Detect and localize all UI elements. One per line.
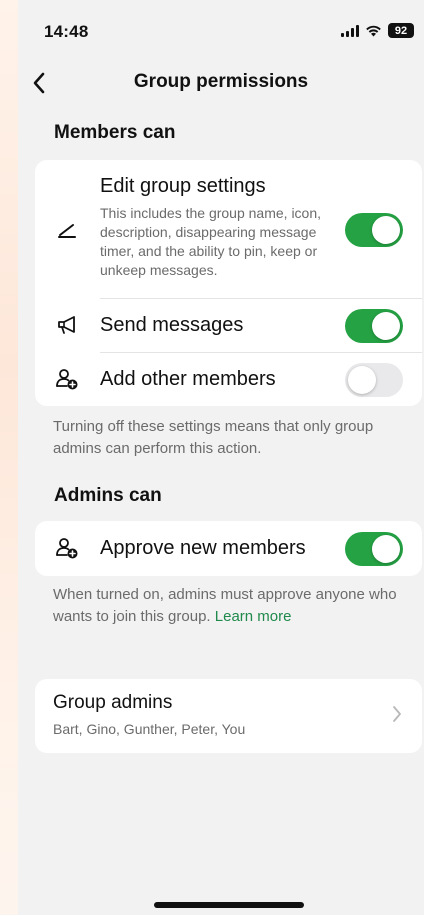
add-other-members-toggle[interactable] [345,363,403,397]
toggle-knob [348,366,376,394]
learn-more-link[interactable]: Learn more [215,608,292,625]
pencil-icon [55,217,79,241]
permission-row-edit-group-settings[interactable]: Edit group settings This includes the gr… [35,160,422,298]
members-footnote: Turning off these settings means that on… [53,418,374,457]
permission-title: Send messages [100,314,244,336]
group-admins-title: Group admins [53,692,173,713]
toggle-knob [372,216,400,244]
add-person-icon [55,367,79,391]
permission-title: Approve new members [100,537,306,559]
group-admins-names: Bart, Gino, Gunther, Peter, You [53,721,246,737]
chevron-right-icon [392,705,402,728]
group-admins-row[interactable]: Group admins Bart, Gino, Gunther, Peter,… [35,679,422,753]
admins-permissions-card: Approve new members [35,521,422,576]
page-title: Group permissions [133,71,309,92]
toggle-knob [372,535,400,563]
permission-row-add-other-members[interactable]: Add other members [35,353,422,406]
signal-icon [341,24,359,37]
wifi-icon [365,24,382,37]
permission-title: Edit group settings [100,175,266,197]
status-icons: 92 [341,23,414,38]
approve-new-members-toggle[interactable] [345,532,403,566]
admins-section-heading: Admins can [54,485,162,506]
send-messages-toggle[interactable] [345,309,403,343]
permission-row-approve-new-members[interactable]: Approve new members [35,521,422,576]
admins-footnote: When turned on, admins must approve anyo… [53,584,398,628]
battery-icon: 92 [388,23,414,38]
phone-screen: 14:48 92 Group permissions Members can E… [18,0,424,915]
permission-title: Add other members [100,368,276,390]
members-permissions-card: Edit group settings This includes the gr… [35,160,422,406]
toggle-knob [372,312,400,340]
header: Group permissions [18,62,424,106]
add-person-icon [55,536,79,560]
permission-description: This includes the group name, icon, desc… [100,205,322,278]
status-time: 14:48 [44,22,89,41]
background-tint [0,0,18,915]
megaphone-icon [55,313,79,337]
edit-group-settings-toggle[interactable] [345,213,403,247]
members-section-heading: Members can [54,122,176,143]
home-indicator [154,902,304,908]
permission-row-send-messages[interactable]: Send messages [35,299,422,352]
status-bar: 14:48 92 [18,0,424,62]
